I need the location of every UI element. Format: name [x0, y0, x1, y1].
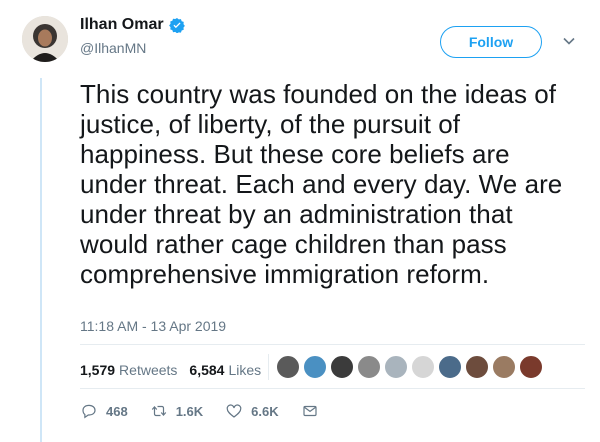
stats-separator — [268, 354, 269, 380]
divider-top — [80, 344, 585, 345]
heart-icon — [226, 404, 242, 418]
liker-avatar[interactable] — [384, 355, 408, 379]
liker-avatar[interactable] — [276, 355, 300, 379]
liker-avatar[interactable] — [411, 355, 435, 379]
tweet-actions: 468 1.6K 6.6K — [80, 402, 349, 420]
liker-avatar[interactable] — [438, 355, 462, 379]
retweets-label[interactable]: Retweets — [119, 362, 177, 378]
tweet-stats: 1,579 Retweets 6,584 Likes — [80, 362, 261, 378]
retweets-count[interactable]: 1,579 — [80, 362, 115, 378]
liker-avatars — [276, 355, 546, 379]
reply-action[interactable]: 468 — [80, 402, 128, 420]
reply-icon — [82, 404, 96, 419]
author-display-name[interactable]: Ilhan Omar — [80, 16, 164, 34]
avatar[interactable] — [22, 16, 68, 62]
verified-badge-icon — [168, 18, 185, 33]
liker-avatar[interactable] — [303, 355, 327, 379]
liker-avatar[interactable] — [330, 355, 354, 379]
tweet-text: This country was founded on the ideas of… — [80, 79, 563, 289]
thread-line — [40, 78, 42, 442]
follow-button[interactable]: Follow — [440, 26, 542, 58]
likes-label[interactable]: Likes — [228, 362, 261, 378]
chevron-down-icon[interactable] — [562, 34, 576, 48]
tweet-timestamp[interactable]: 11:18 AM - 13 Apr 2019 — [80, 318, 226, 334]
divider-bottom — [80, 388, 585, 389]
envelope-icon — [303, 405, 317, 417]
reply-count: 468 — [106, 403, 128, 419]
retweet-action[interactable]: 1.6K — [150, 402, 203, 420]
message-action[interactable] — [301, 402, 327, 420]
avatar-image — [22, 16, 68, 62]
retweet-count: 1.6K — [175, 403, 204, 419]
liker-avatar[interactable] — [465, 355, 489, 379]
like-count: 6.6K — [251, 403, 279, 419]
author-handle[interactable]: @IlhanMN — [80, 40, 146, 56]
like-action[interactable]: 6.6K — [225, 402, 279, 420]
liker-avatar[interactable] — [357, 355, 381, 379]
author-name-row[interactable]: Ilhan Omar — [80, 16, 185, 34]
liker-avatar[interactable] — [492, 355, 516, 379]
likes-count[interactable]: 6,584 — [189, 362, 224, 378]
liker-avatar[interactable] — [519, 355, 543, 379]
retweet-icon — [151, 405, 166, 417]
